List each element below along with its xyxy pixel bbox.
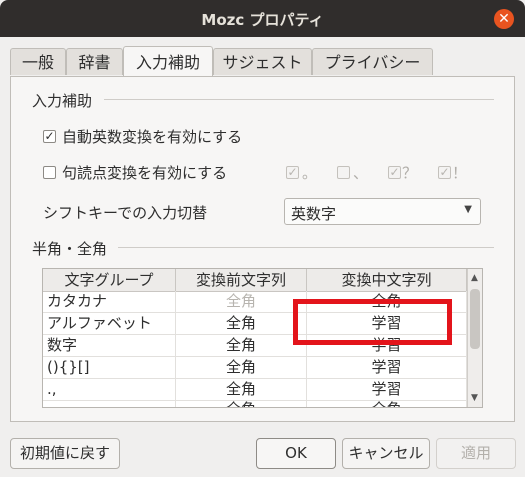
- scroll-down-icon[interactable]: ▼: [471, 393, 478, 403]
- table-cell[interactable]: 全角: [176, 335, 307, 356]
- section-halfwidth-title: 半角・全角: [32, 240, 108, 258]
- scroll-thumb[interactable]: [470, 289, 480, 349]
- table-cell[interactable]: 学習: [307, 335, 467, 356]
- tab-privacy[interactable]: プライバシー: [312, 48, 433, 75]
- title-bar: Mozc プロパティ ✕: [0, 0, 525, 37]
- section-input-assist-title: 入力補助: [32, 92, 93, 110]
- table-row[interactable]: (){}[] 全角 学習: [43, 357, 467, 379]
- window-title: Mozc プロパティ: [201, 11, 324, 29]
- punct-exclaim-checkbox[interactable]: ✓: [438, 166, 451, 179]
- tab-general[interactable]: 一般: [10, 48, 66, 75]
- punct-period-label: 。: [302, 164, 318, 182]
- table-cell: カタカナ: [43, 291, 176, 312]
- auto-alnum-label: 自動英数変換を有効にする: [62, 128, 243, 146]
- column-header[interactable]: 文字グループ: [43, 269, 176, 291]
- shift-switch-select[interactable]: 英数字 ▼: [284, 198, 481, 225]
- table-row[interactable]: 全角 全角: [43, 399, 467, 407]
- table-cell[interactable]: 全角: [176, 291, 307, 312]
- punct-question-checkbox[interactable]: ✓: [388, 166, 401, 179]
- punct-comma-label: 、: [353, 164, 369, 182]
- table-cell: [43, 399, 176, 407]
- close-icon[interactable]: ✕: [494, 9, 514, 29]
- table-cell[interactable]: 全角: [176, 313, 307, 334]
- table-row[interactable]: カタカナ 全角 全角: [43, 291, 467, 313]
- table-cell: アルファベット: [43, 313, 176, 334]
- table-cell[interactable]: 学習: [307, 379, 467, 400]
- punct-conv-label: 句読点変換を有効にする: [62, 164, 228, 182]
- table-row[interactable]: ., 全角 学習: [43, 379, 467, 401]
- tab-input-assist[interactable]: 入力補助: [123, 46, 213, 76]
- punct-comma-checkbox[interactable]: [337, 166, 350, 179]
- table-header: 文字グループ 変換前文字列 変換中文字列: [43, 269, 467, 292]
- table-row[interactable]: アルファベット 全角 学習: [43, 313, 467, 335]
- halfwidth-table: 文字グループ 変換前文字列 変換中文字列 カタカナ 全角 全角 アルファベット …: [42, 268, 483, 408]
- punct-conv-checkbox[interactable]: [43, 166, 56, 179]
- auto-alnum-checkbox[interactable]: ✓: [43, 130, 56, 143]
- chevron-down-icon: ▼: [464, 204, 472, 215]
- table-cell: 数字: [43, 335, 176, 356]
- section-divider: [118, 247, 494, 248]
- ok-button[interactable]: OK: [256, 438, 336, 469]
- shift-switch-value: 英数字: [291, 205, 337, 223]
- apply-button[interactable]: 適用: [436, 438, 516, 469]
- shift-switch-label: シフトキーでの入力切替: [43, 204, 208, 222]
- table-cell: .,: [43, 379, 176, 400]
- vertical-scrollbar[interactable]: ▲ ▼: [467, 269, 482, 407]
- table-cell[interactable]: 全角: [176, 357, 307, 378]
- table-cell[interactable]: 学習: [307, 313, 467, 334]
- table-row[interactable]: 数字 全角 学習: [43, 335, 467, 357]
- scroll-up-icon[interactable]: ▲: [471, 273, 478, 283]
- table-cell[interactable]: 全角: [307, 399, 467, 407]
- reset-defaults-button[interactable]: 初期値に戻す: [10, 438, 120, 469]
- table-cell[interactable]: 全角: [176, 379, 307, 400]
- cancel-button[interactable]: キャンセル: [342, 438, 430, 469]
- column-header[interactable]: 変換中文字列: [307, 269, 467, 291]
- column-header[interactable]: 変換前文字列: [176, 269, 307, 291]
- tab-suggest[interactable]: サジェスト: [213, 48, 312, 75]
- table-cell[interactable]: 全角: [307, 291, 467, 312]
- table-cell[interactable]: 学習: [307, 357, 467, 378]
- section-divider: [104, 99, 494, 100]
- punct-exclaim-label: ！: [452, 164, 468, 182]
- table-cell: (){}[]: [43, 357, 176, 378]
- tab-dictionary[interactable]: 辞書: [66, 48, 123, 75]
- punct-period-checkbox[interactable]: ✓: [286, 166, 299, 179]
- table-cell[interactable]: 全角: [176, 399, 307, 407]
- punct-question-label: ？: [402, 164, 418, 182]
